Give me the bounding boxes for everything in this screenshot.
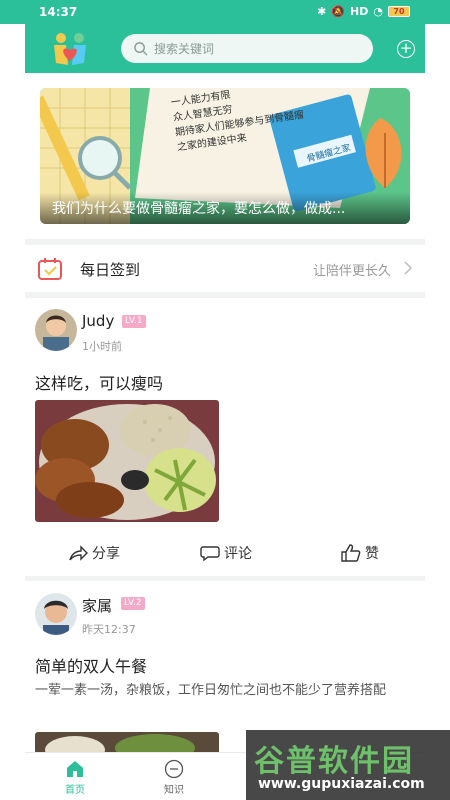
comment-icon [200, 546, 220, 562]
post-card[interactable]: Judy LV.1 1小时前 这样吃，可以瘦吗 分享 评论 赞 [25, 298, 425, 573]
post-title: 这样吃，可以瘦吗 [35, 374, 164, 393]
chevron-right-icon [404, 261, 413, 275]
checkin-title: 每日签到 [80, 261, 141, 279]
post-image[interactable] [35, 732, 219, 754]
post-username[interactable]: 家属 [82, 595, 112, 616]
network-label: HD [350, 5, 369, 18]
section-divider [25, 576, 425, 581]
thumbs-up-icon [341, 544, 361, 562]
calendar-check-icon [38, 258, 62, 280]
status-bar: 14:37 ✱ 🔕 HD ◔ 70 [0, 0, 450, 24]
banner-carousel[interactable]: 一人能力有限 众人智慧无穷 期待家人们能够参与到骨髓瘤 之家的建设中来 骨髓瘤之… [40, 88, 410, 224]
home-icon [67, 761, 83, 777]
search-placeholder: 搜索关键词 [154, 42, 215, 56]
avatar[interactable] [35, 309, 77, 351]
nav-label: 知识 [164, 785, 184, 796]
post-time: 昨天12:37 [82, 623, 136, 636]
share-label: 分享 [92, 546, 120, 562]
app-logo-icon [54, 33, 86, 65]
search-bar[interactable]: 搜索关键词 [121, 34, 373, 63]
comment-button[interactable]: 评论 [200, 543, 252, 563]
post-username[interactable]: Judy [82, 312, 114, 330]
post-actions: 分享 评论 赞 [25, 543, 425, 569]
status-time: 14:37 [39, 5, 78, 19]
section-divider [25, 239, 425, 245]
mute-icon: 🔕 [331, 5, 346, 18]
level-badge: LV.1 [122, 315, 146, 328]
level-badge: LV.2 [121, 597, 145, 610]
nav-tab-knowledge[interactable]: 知识 [154, 759, 194, 796]
bluetooth-icon: ✱ [317, 5, 327, 18]
battery-icon: 70 [388, 6, 410, 17]
checkin-subtitle: 让陪伴更长久 [312, 264, 391, 279]
nav-tab-home[interactable]: 首页 [55, 759, 95, 796]
like-label: 赞 [365, 546, 379, 562]
add-post-button[interactable]: + [397, 40, 415, 58]
watermark-title: 谷普软件园 [254, 744, 414, 779]
share-button[interactable]: 分享 [68, 543, 120, 563]
status-icons: ✱ 🔕 HD ◔ 70 [317, 5, 410, 18]
wifi-icon: ◔ [373, 5, 383, 18]
post-card[interactable]: 家属 LV.2 昨天12:37 简单的双人午餐 一荤一素一汤，杂粮饭，工作日匆忙… [25, 583, 425, 754]
site-watermark: 谷普软件园 www.gupuxiazai.com [246, 730, 450, 800]
search-icon [134, 42, 148, 56]
app-header: 搜索关键词 + [25, 24, 425, 73]
post-time: 1小时前 [82, 340, 122, 353]
daily-checkin-row[interactable]: 每日签到 让陪伴更长久 [25, 246, 425, 292]
knowledge-icon [164, 759, 184, 779]
nav-label: 首页 [65, 785, 85, 796]
watermark-url: www.gupuxiazai.com [258, 776, 425, 792]
post-body: 一荤一素一汤，杂粮饭，工作日匆忙之间也不能少了营养搭配 [35, 683, 387, 698]
like-button[interactable]: 赞 [341, 543, 379, 563]
share-icon [69, 545, 88, 561]
post-image[interactable] [35, 400, 219, 522]
post-title: 简单的双人午餐 [35, 657, 148, 676]
comment-label: 评论 [224, 546, 252, 562]
avatar[interactable] [35, 593, 77, 635]
banner-caption: 我们为什么要做骨髓瘤之家，要怎么做，做成... [40, 192, 410, 224]
